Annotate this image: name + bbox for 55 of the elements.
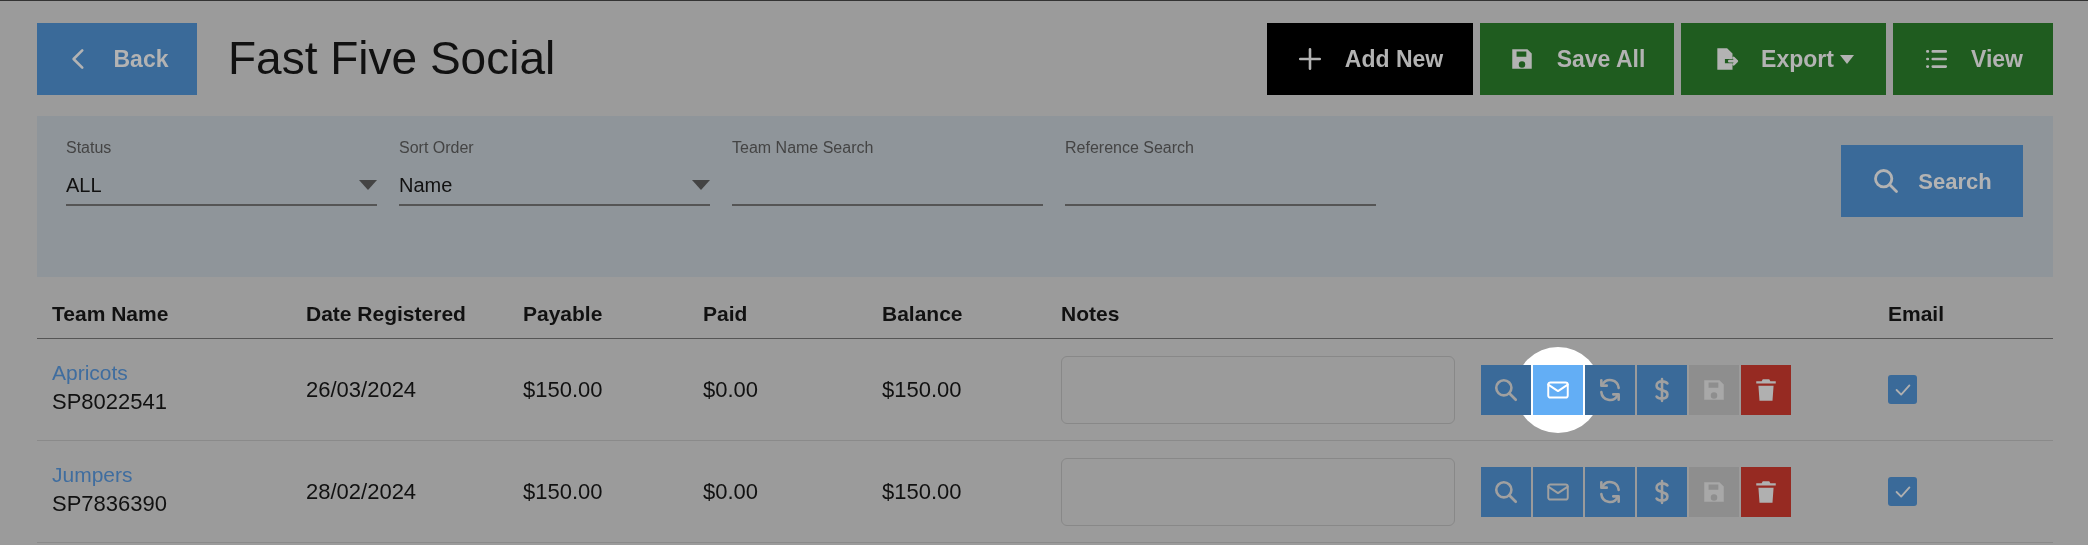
- field-label: Team Name Search: [732, 138, 875, 158]
- reference-text: SP8022541: [52, 388, 167, 414]
- email-button[interactable]: [1533, 466, 1583, 517]
- email-checkbox[interactable]: [1888, 477, 1917, 506]
- team-name-link[interactable]: Apricots: [52, 361, 306, 385]
- caret-icon: [1839, 54, 1854, 64]
- plus-icon: [1296, 46, 1323, 72]
- back-button[interactable]: Back: [37, 23, 197, 95]
- trash-icon: [1753, 376, 1779, 403]
- amount-text: $0.00: [703, 377, 759, 402]
- export-button[interactable]: Export: [1681, 23, 1886, 95]
- page-title: Fast Five Social: [228, 31, 556, 87]
- search-button[interactable]: Search: [1841, 145, 2023, 217]
- refresh-button[interactable]: [1585, 364, 1635, 415]
- search-icon: [1493, 478, 1519, 505]
- search-icon: [1493, 376, 1519, 403]
- column-header: Balance: [882, 301, 963, 325]
- column-header: Notes: [1061, 301, 1120, 325]
- add-new-button[interactable]: Add New: [1267, 23, 1473, 95]
- email-button[interactable]: [1533, 364, 1583, 415]
- refresh-icon: [1597, 376, 1623, 403]
- search-icon: [1872, 167, 1901, 195]
- email-checkbox[interactable]: [1888, 375, 1917, 404]
- payment-button[interactable]: [1637, 364, 1687, 415]
- field-label: Reference Search: [1065, 138, 1195, 158]
- dropdown-caret-icon: [692, 180, 710, 190]
- team-name-link[interactable]: Jumpers: [52, 463, 306, 487]
- delete-button[interactable]: [1741, 364, 1791, 415]
- column-header: Email: [1888, 301, 1945, 325]
- view-button[interactable]: [1481, 466, 1531, 517]
- delete-button[interactable]: [1741, 466, 1791, 517]
- date-text: 26/03/2024: [306, 377, 417, 402]
- amount-text: $0.00: [703, 479, 759, 504]
- save-all-button[interactable]: Save All: [1480, 23, 1674, 95]
- dropdown-caret-icon: [359, 180, 377, 190]
- date-text: 28/02/2024: [306, 479, 417, 504]
- select-field[interactable]: ALL: [66, 160, 377, 206]
- amount-text: $150.00: [523, 377, 603, 402]
- column-header: Team Name: [52, 301, 169, 325]
- column-header: Payable: [523, 301, 603, 325]
- view-button[interactable]: [1481, 364, 1531, 415]
- select-field[interactable]: Name: [399, 160, 710, 206]
- amount-text: $150.00: [882, 479, 962, 504]
- field-label: Sort Order: [399, 138, 475, 158]
- reference-text: SP7836390: [52, 490, 167, 516]
- amount-text: $150.00: [523, 479, 603, 504]
- column-header: Date Registered: [306, 301, 466, 325]
- payment-button[interactable]: [1637, 466, 1687, 517]
- trash-icon: [1753, 478, 1779, 505]
- column-header: Paid: [703, 301, 748, 325]
- refresh-button[interactable]: [1585, 466, 1635, 517]
- view-button[interactable]: View: [1893, 23, 2053, 95]
- field-label: Status: [66, 138, 113, 158]
- refresh-icon: [1597, 478, 1623, 505]
- amount-text: $150.00: [882, 377, 962, 402]
